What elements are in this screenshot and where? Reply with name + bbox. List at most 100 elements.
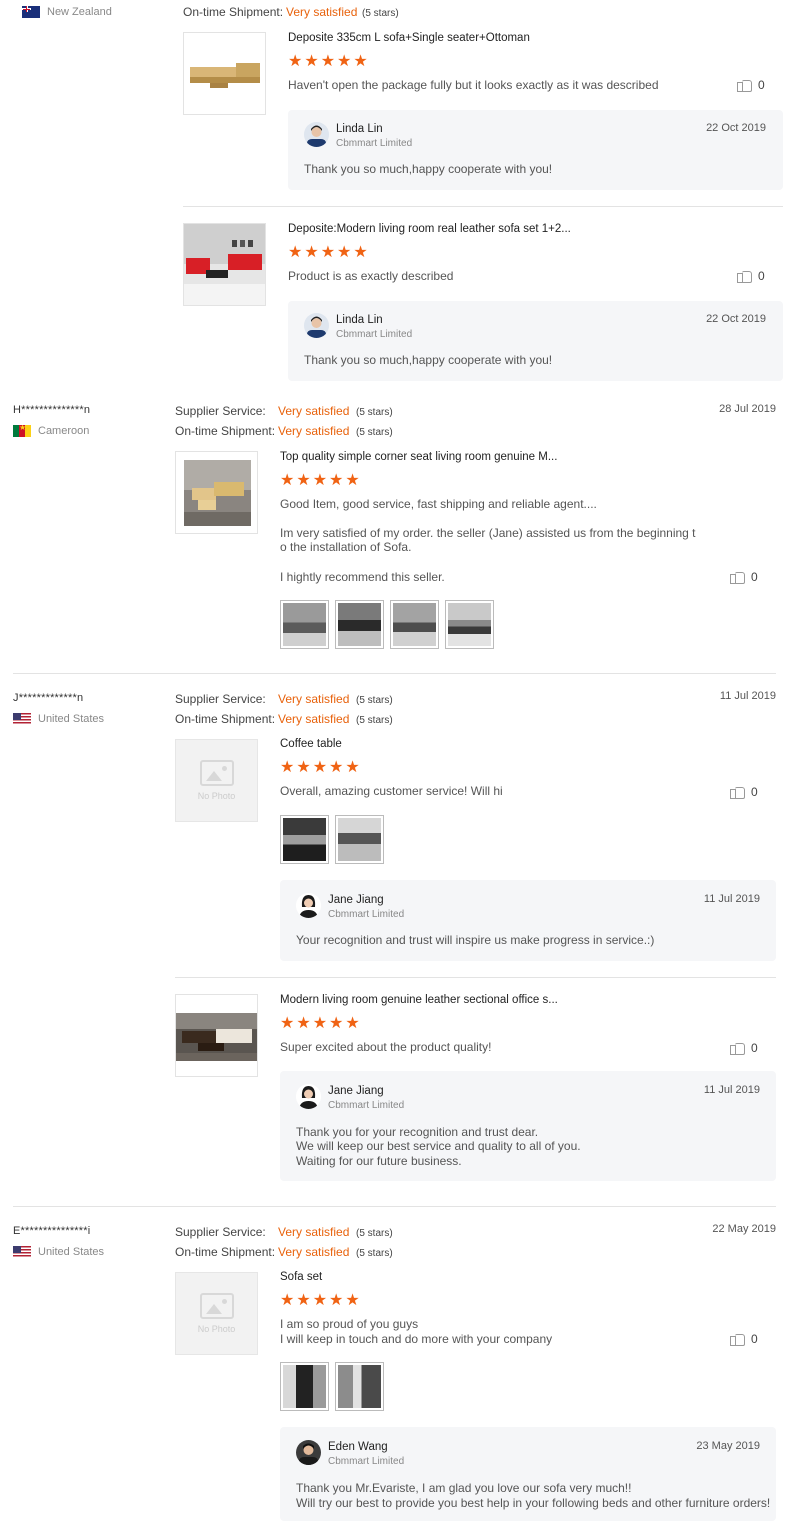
rating-value: Very satisfied	[278, 424, 350, 438]
united-states-flag-icon	[13, 713, 31, 725]
like-count: 0	[758, 78, 765, 92]
product-thumbnail[interactable]	[175, 994, 258, 1077]
review-text: I will keep in touch and do more with yo…	[280, 1332, 553, 1346]
item-divider	[175, 977, 776, 978]
product-title[interactable]: Modern living room genuine leather secti…	[280, 994, 558, 1006]
seller-name: Linda Lin	[336, 123, 383, 135]
rating-label: Supplier Service:	[175, 404, 266, 418]
star-icon: ★	[345, 759, 360, 776]
seller-reply: Jane Jiang Cbmmart Limited 11 Jul 2019 Y…	[280, 880, 776, 961]
review-text: Overall, amazing customer service! Will …	[280, 784, 503, 798]
product-thumbnail[interactable]	[183, 223, 266, 306]
star-icon: ★	[345, 1015, 360, 1032]
star-icon: ★	[312, 759, 328, 776]
review-photo-gallery	[280, 1362, 384, 1411]
star-icon: ★	[296, 1015, 311, 1032]
star-icon: ★	[337, 53, 352, 70]
seller-reply: Linda Lin Cbmmart Limited 22 Oct 2019 Th…	[288, 301, 783, 381]
review-photo[interactable]	[280, 815, 329, 864]
seller-name: Jane Jiang	[328, 894, 384, 906]
review-text: Product is as exactly described	[288, 269, 454, 283]
product-thumbnail[interactable]	[175, 451, 258, 534]
star-icon: ★	[296, 472, 311, 489]
rating-label: On-time Shipment:	[183, 5, 284, 19]
like-button[interactable]: 0	[737, 78, 765, 92]
rating-value: Very satisfied	[286, 5, 358, 19]
review-photo[interactable]	[445, 600, 494, 649]
review-photo[interactable]	[335, 600, 384, 649]
product-star-rating: ★ ★ ★ ★ ★	[280, 760, 360, 776]
star-icon: ★	[280, 1015, 295, 1032]
review-photo[interactable]	[280, 1362, 329, 1411]
review-photo[interactable]	[335, 815, 384, 864]
star-icon: ★	[280, 759, 295, 776]
rating-label: On-time Shipment:	[175, 1245, 276, 1259]
rating-stars-text: (5 stars)	[356, 1228, 393, 1239]
thumbs-up-icon	[730, 1041, 745, 1055]
product-title[interactable]: Deposite 335cm L sofa+Single seater+Otto…	[288, 32, 530, 44]
buyer-country: Cameroon	[13, 425, 89, 437]
like-button[interactable]: 0	[730, 570, 758, 584]
like-button[interactable]: 0	[730, 1332, 758, 1346]
review-divider	[13, 1206, 776, 1207]
like-count: 0	[751, 1041, 758, 1055]
seller-company: Cbmmart Limited	[328, 1100, 405, 1111]
country-name: United States	[38, 713, 105, 725]
reply-date: 22 Oct 2019	[706, 313, 766, 325]
star-icon: ★	[353, 244, 368, 261]
rating-stars-text: (5 stars)	[356, 407, 393, 418]
rating-value: Very satisfied	[278, 692, 350, 706]
review-text: Im very satisfied of my order. the selle…	[280, 526, 696, 540]
ontime-shipment-rating: On-time Shipment: Very satisfied (5 star…	[175, 1245, 393, 1259]
product-title[interactable]: Top quality simple corner seat living ro…	[280, 451, 557, 463]
review-photo-gallery	[280, 815, 384, 864]
star-icon: ★	[312, 1015, 328, 1032]
review-photo[interactable]	[390, 600, 439, 649]
buyer-country: United States	[13, 713, 104, 725]
product-title[interactable]: Coffee table	[280, 738, 342, 750]
like-button[interactable]: 0	[730, 1041, 758, 1055]
star-icon: ★	[329, 472, 344, 489]
rating-value: Very satisfied	[278, 1225, 350, 1239]
country-name: New Zealand	[47, 6, 112, 18]
product-title[interactable]: Sofa set	[280, 1271, 322, 1283]
review-photo[interactable]	[335, 1362, 384, 1411]
seller-avatar	[296, 1084, 321, 1109]
star-icon: ★	[280, 472, 295, 489]
star-icon: ★	[345, 472, 360, 489]
buyer-name: E***************i	[13, 1225, 91, 1237]
review-date: 22 May 2019	[712, 1223, 776, 1235]
supplier-service-rating: Supplier Service: Very satisfied (5 star…	[175, 404, 393, 418]
reply-text: Waiting for our future business.	[296, 1154, 462, 1168]
product-thumbnail[interactable]: No Photo	[175, 1272, 258, 1355]
reply-text: Thank you so much,happy cooperate with y…	[304, 353, 553, 367]
star-icon: ★	[304, 53, 319, 70]
product-star-rating: ★ ★ ★ ★ ★	[280, 1293, 360, 1309]
review-divider	[13, 673, 776, 674]
star-icon: ★	[320, 244, 336, 261]
seller-reply: Linda Lin Cbmmart Limited 22 Oct 2019 Th…	[288, 110, 783, 190]
review-photo[interactable]	[280, 600, 329, 649]
star-icon: ★	[280, 1292, 295, 1309]
product-star-rating: ★ ★ ★ ★ ★	[288, 54, 368, 70]
sofa-image	[176, 452, 257, 533]
rating-label: Supplier Service:	[175, 692, 266, 706]
star-icon: ★	[337, 244, 352, 261]
product-thumbnail[interactable]: No Photo	[175, 739, 258, 822]
review-text: o the installation of Sofa.	[280, 540, 412, 554]
seller-reply: Eden Wang Cbmmart Limited 23 May 2019 Th…	[280, 1427, 776, 1521]
product-title[interactable]: Deposite:Modern living room real leather…	[288, 223, 571, 235]
like-button[interactable]: 0	[737, 269, 765, 283]
product-thumbnail[interactable]	[183, 32, 266, 115]
like-button[interactable]: 0	[730, 785, 758, 799]
cameroon-flag-icon	[13, 425, 31, 437]
rating-label: Supplier Service:	[175, 1225, 266, 1239]
rating-stars-text: (5 stars)	[356, 427, 393, 438]
reply-date: 22 Oct 2019	[706, 122, 766, 134]
review-date: 11 Jul 2019	[719, 690, 776, 702]
seller-name: Eden Wang	[328, 1441, 388, 1453]
seller-company: Cbmmart Limited	[328, 1456, 405, 1467]
star-icon: ★	[320, 53, 336, 70]
review-photo-gallery	[280, 600, 494, 649]
reply-text: Will try our best to provide you best he…	[296, 1496, 771, 1510]
